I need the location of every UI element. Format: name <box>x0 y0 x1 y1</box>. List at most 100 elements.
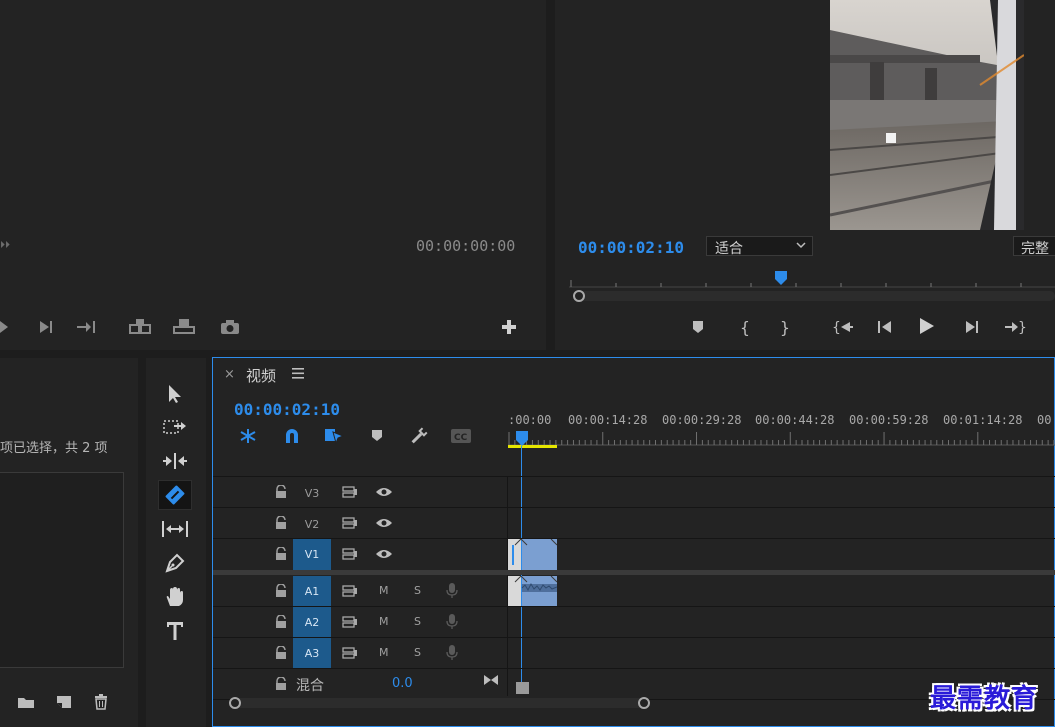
step-forward-icon[interactable] <box>962 318 982 336</box>
timeline-playhead-head[interactable] <box>515 430 529 448</box>
mark-out-icon[interactable]: } <box>777 318 793 337</box>
track-label-v1[interactable]: V1 <box>293 539 331 570</box>
solo-button[interactable]: S <box>414 584 421 597</box>
source-monitor-panel: ⏵⏵ 00:00:00:00 <box>0 0 546 350</box>
zoom-handle-left[interactable] <box>229 697 241 709</box>
timeline-timecode[interactable]: 00:00:02:10 <box>234 400 340 419</box>
fit-select[interactable]: 适合 <box>706 236 813 257</box>
lock-icon[interactable] <box>275 677 287 690</box>
audio-clip[interactable] <box>508 576 557 606</box>
track-label-a2[interactable]: A2 <box>293 607 331 637</box>
linked-selection-icon[interactable] <box>323 426 345 446</box>
mute-button[interactable]: M <box>379 615 389 628</box>
lock-icon[interactable] <box>275 646 287 659</box>
timeline-tab-label[interactable]: 视频 <box>246 365 276 386</box>
sync-lock-icon[interactable] <box>342 615 358 629</box>
pen-tool-icon[interactable] <box>163 551 187 575</box>
nest-sequence-icon[interactable] <box>238 427 258 445</box>
mix-clip-marker[interactable] <box>516 682 529 694</box>
selection-tool-icon[interactable] <box>163 383 187 405</box>
lock-icon[interactable] <box>275 516 287 529</box>
watermark-logo-text: 最需教育 <box>930 684 1039 714</box>
add-button-icon[interactable] <box>500 318 518 336</box>
sync-lock-icon[interactable] <box>342 646 358 660</box>
ruler-label: 00:01:14:28 <box>943 413 1023 427</box>
microphone-icon[interactable] <box>445 644 459 662</box>
go-to-in-icon[interactable]: { <box>832 318 854 336</box>
solo-button[interactable]: S <box>414 615 421 628</box>
trash-icon[interactable] <box>92 692 110 712</box>
video-audio-separator[interactable] <box>213 570 1055 575</box>
microphone-icon[interactable] <box>445 613 459 631</box>
program-timecode[interactable]: 00:00:02:10 <box>578 238 684 257</box>
camera-icon[interactable] <box>219 318 241 336</box>
ruler-label: :00:00 <box>508 413 552 427</box>
track-label-v2[interactable]: V2 <box>297 509 327 539</box>
go-to-out-icon[interactable] <box>76 318 98 336</box>
mute-button[interactable]: M <box>379 646 389 659</box>
ruler-label: 00:00:14:28 <box>568 413 648 427</box>
track-label-a1[interactable]: A1 <box>293 576 331 606</box>
video-clip[interactable] <box>508 539 557 570</box>
selection-status: 项已选择，共 2 项 <box>0 441 108 456</box>
sync-lock-icon[interactable] <box>342 584 358 598</box>
mute-button[interactable]: M <box>379 584 389 597</box>
bowtie-icon[interactable] <box>482 673 500 687</box>
step-forward-icon[interactable] <box>36 318 56 336</box>
ripple-edit-tool-icon[interactable] <box>161 450 189 472</box>
eye-icon[interactable] <box>375 485 393 499</box>
snap-magnet-icon[interactable] <box>282 427 302 445</box>
mark-in-icon[interactable]: { <box>737 318 753 337</box>
captions-cc-icon[interactable]: CC <box>450 428 472 444</box>
add-marker-icon[interactable] <box>369 428 385 444</box>
overwrite-icon[interactable] <box>171 316 197 336</box>
panel-menu-icon[interactable] <box>292 368 304 379</box>
solo-button[interactable]: S <box>414 646 421 659</box>
program-playhead-marker[interactable] <box>774 270 788 286</box>
add-marker-icon[interactable] <box>690 318 706 336</box>
microphone-icon[interactable] <box>445 582 459 600</box>
zoom-handle-right[interactable] <box>638 697 650 709</box>
slip-tool-icon[interactable] <box>160 518 190 540</box>
program-mini-ruler[interactable] <box>569 276 1055 288</box>
chevron-down-icon <box>796 240 806 250</box>
lock-icon[interactable] <box>275 615 287 628</box>
project-item-list[interactable] <box>0 472 124 668</box>
lock-icon[interactable] <box>275 547 287 560</box>
resolution-select[interactable]: 完整 <box>1013 236 1055 257</box>
type-tool-icon[interactable] <box>163 619 187 643</box>
razor-tool-icon[interactable] <box>158 480 192 510</box>
track-label-v3[interactable]: V3 <box>297 478 327 508</box>
program-monitor-panel: 00:00:02:10 适合 完整 { } { <box>555 0 1055 350</box>
track-select-tool-icon[interactable] <box>162 416 188 438</box>
eye-icon[interactable] <box>375 516 393 530</box>
svg-text:}: } <box>1018 320 1026 334</box>
timeline-ruler-ticks[interactable] <box>508 432 1055 446</box>
go-to-out-icon[interactable]: } <box>1004 318 1026 336</box>
step-back-icon[interactable] <box>0 318 10 336</box>
track-divider <box>213 507 1055 508</box>
sync-lock-icon[interactable] <box>342 485 358 499</box>
zoom-handle-left[interactable] <box>573 290 585 302</box>
program-zoom-scrollbar[interactable] <box>573 290 1055 302</box>
lock-icon[interactable] <box>275 485 287 498</box>
new-item-icon[interactable] <box>54 693 74 711</box>
sync-lock-icon[interactable] <box>342 516 358 530</box>
hand-tool-icon[interactable] <box>163 585 187 609</box>
ruler-label: 00:00:59:28 <box>849 413 929 427</box>
play-icon[interactable] <box>917 316 937 336</box>
track-divider <box>213 668 1055 669</box>
wrench-settings-icon[interactable] <box>409 426 429 446</box>
lock-icon[interactable] <box>275 584 287 597</box>
svg-text:CC: CC <box>454 433 468 443</box>
ruler-label: 00 <box>1037 413 1052 427</box>
step-back-icon[interactable] <box>875 318 895 336</box>
fit-select-value: 适合 <box>715 241 743 257</box>
mix-volume-value[interactable]: 0.0 <box>392 676 413 691</box>
timeline-close-icon[interactable]: × <box>224 367 235 382</box>
new-bin-folder-icon[interactable] <box>16 693 36 711</box>
sync-lock-icon[interactable] <box>342 547 358 561</box>
insert-icon[interactable] <box>128 316 154 336</box>
track-label-a3[interactable]: A3 <box>293 638 331 668</box>
eye-icon[interactable] <box>375 547 393 561</box>
